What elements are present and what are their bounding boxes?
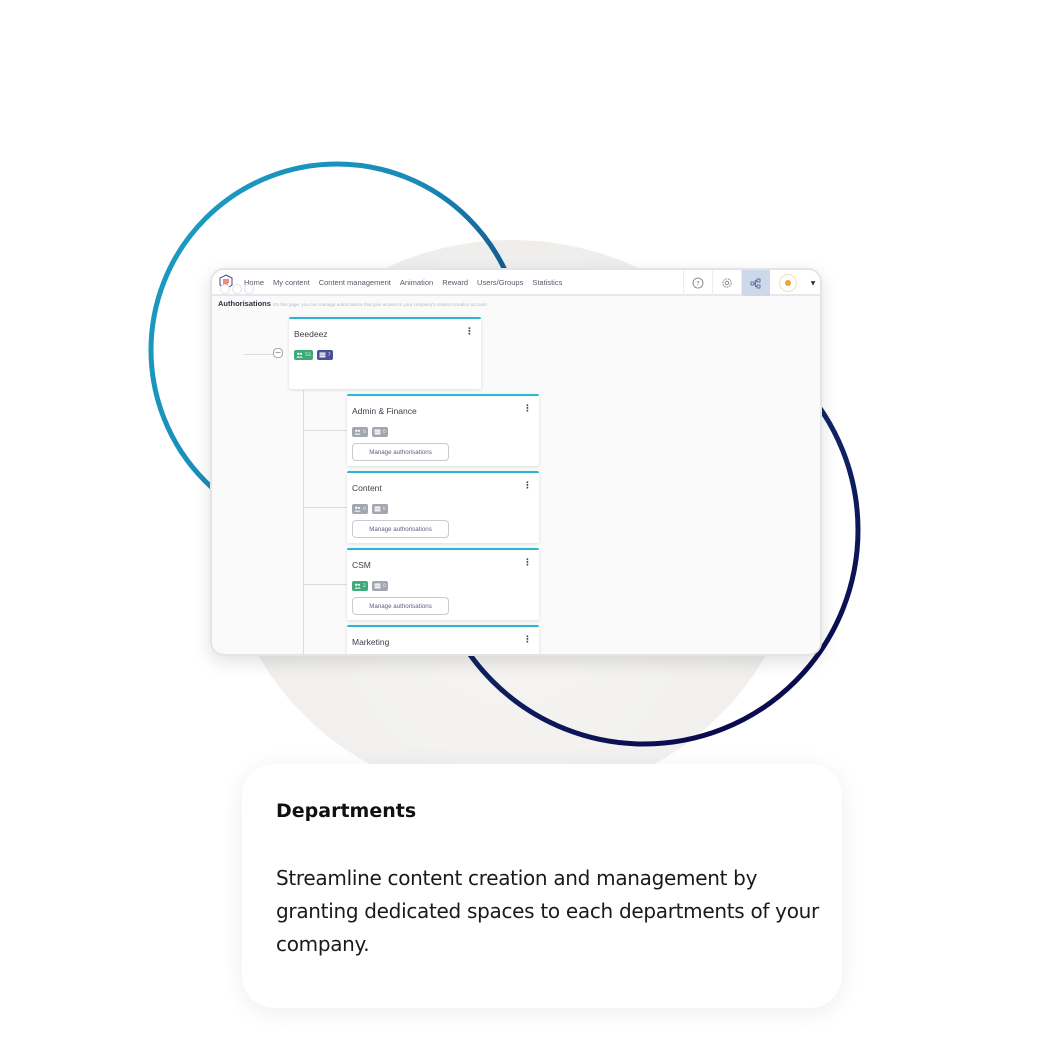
more-options-icon[interactable]: ⋮ (523, 559, 532, 568)
nav-users-groups[interactable]: Users/Groups (477, 278, 523, 287)
department-card[interactable]: Admin & Finance ⋮ 0 0 Manage authorisati… (347, 394, 539, 466)
manage-authorisations-button[interactable]: Manage authorisations (352, 520, 449, 538)
department-name: Marketing (352, 637, 390, 647)
nav-animation[interactable]: Animation (400, 278, 433, 287)
feature-description: Streamline content creation and manageme… (276, 866, 819, 956)
content-icon (374, 429, 381, 435)
content-count-badge: 7 (316, 350, 333, 360)
settings-icon (722, 278, 732, 288)
org-card-root[interactable]: Beedeez ⋮ 53 7 (289, 317, 481, 389)
department-card[interactable]: Marketing ⋮ (347, 625, 539, 654)
users-icon (354, 583, 361, 589)
users-count-badge: 53 (294, 350, 313, 360)
feature-card: Departments Streamline content creation … (242, 764, 842, 1008)
content-icon (374, 506, 381, 512)
department-name: Admin & Finance (352, 406, 417, 416)
content-count-badge: 0 (371, 504, 388, 514)
users-icon (354, 506, 361, 512)
more-options-icon[interactable]: ⋮ (523, 636, 532, 645)
org-chart-icon (750, 278, 761, 289)
department-name: CSM (352, 560, 371, 570)
org-name: Beedeez (294, 329, 328, 339)
app-screenshot-frame: Home My content Content management Anima… (210, 268, 822, 656)
caret-down-icon[interactable]: ▼ (806, 270, 820, 296)
department-card[interactable]: Content ⋮ 0 0 Manage authorisations (347, 471, 539, 543)
page-subtitle: On this page, you can manage autorizatio… (272, 302, 487, 307)
settings-button[interactable] (712, 270, 741, 296)
nav-statistics[interactable]: Statistics (532, 278, 562, 287)
users-count-badge: 0 (352, 504, 368, 514)
nav-links: Home My content Content management Anima… (244, 278, 562, 287)
tree-branch (303, 584, 347, 585)
nav-my-content[interactable]: My content (273, 278, 310, 287)
window-controls (220, 284, 254, 294)
avatar-icon (779, 274, 797, 292)
page-title: Authorisations (218, 299, 271, 308)
help-button[interactable]: ? (683, 270, 712, 296)
more-options-icon[interactable]: ⋮ (523, 405, 532, 414)
help-icon: ? (692, 277, 704, 289)
nav-content-management[interactable]: Content management (319, 278, 391, 287)
users-count-badge: 0 (352, 427, 368, 437)
users-count-badge: 2 (352, 581, 368, 591)
org-chart-button[interactable] (741, 270, 770, 296)
users-icon (296, 352, 303, 358)
content-count-badge: 0 (371, 427, 388, 437)
tree-branch (303, 430, 347, 431)
content-icon (374, 583, 381, 589)
svg-text:?: ? (696, 279, 699, 287)
feature-title: Departments (276, 800, 417, 822)
users-icon (354, 429, 361, 435)
more-options-icon[interactable]: ⋮ (523, 482, 532, 491)
content-count-badge: 0 (371, 581, 388, 591)
tree-connector-root (244, 354, 273, 355)
top-navigation: Home My content Content management Anima… (212, 270, 820, 296)
nav-actions: ? ▼ (683, 270, 820, 296)
content-icon (319, 352, 326, 358)
collapse-toggle[interactable]: − (273, 348, 283, 358)
user-avatar-button[interactable] (770, 270, 806, 296)
tree-branch (303, 507, 347, 508)
nav-reward[interactable]: Reward (442, 278, 468, 287)
more-options-icon[interactable]: ⋮ (465, 328, 474, 337)
department-card[interactable]: CSM ⋮ 2 0 Manage authorisations (347, 548, 539, 620)
department-name: Content (352, 483, 382, 493)
page-header: Authorisations On this page, you can man… (218, 299, 487, 308)
manage-authorisations-button[interactable]: Manage authorisations (352, 443, 449, 461)
manage-authorisations-button[interactable]: Manage authorisations (352, 597, 449, 615)
